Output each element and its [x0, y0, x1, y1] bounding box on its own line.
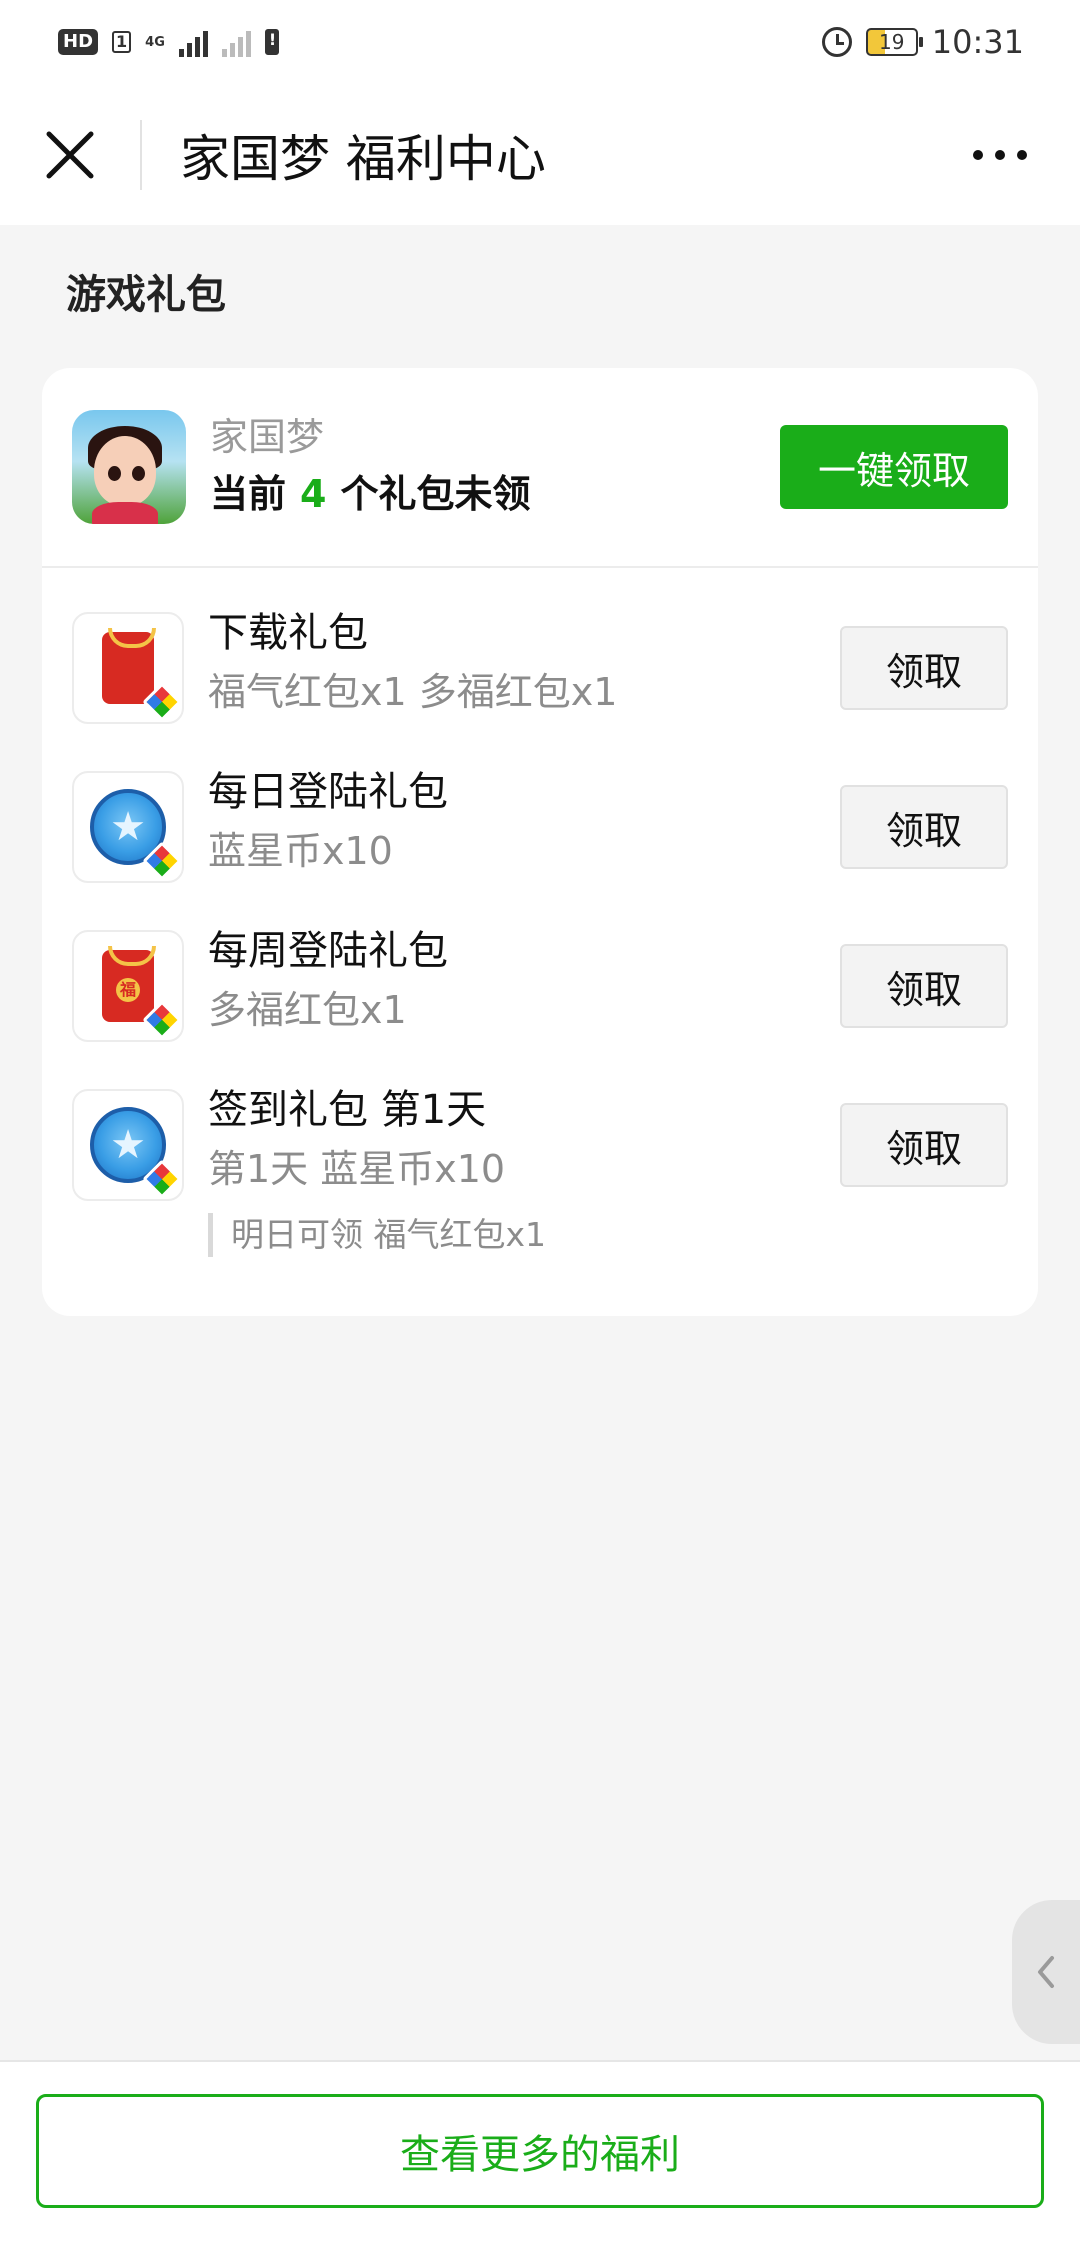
bottom-bar: 查看更多的福利	[0, 2060, 1080, 2244]
fortune-red-envelope-icon: 福	[72, 930, 184, 1042]
claim-all-button[interactable]: 一键领取	[780, 425, 1008, 509]
claim-button[interactable]: 领取	[840, 1103, 1008, 1187]
game-app-icon	[72, 410, 186, 524]
more-benefits-button[interactable]: 查看更多的福利	[36, 2094, 1044, 2208]
hd-badge: HD	[58, 29, 99, 55]
title-bar: 家国梦 福利中心	[0, 84, 1080, 225]
battery-icon: 19	[865, 28, 923, 56]
gift-count: 当前 4 个礼包未领	[210, 466, 780, 522]
game-name: 家国梦	[210, 415, 325, 459]
close-button[interactable]	[0, 84, 140, 225]
alert-icon	[264, 29, 279, 55]
sim-badge: 1	[112, 31, 132, 53]
blue-star-coin-icon: ★	[72, 1089, 184, 1201]
clock-time: 10:31	[931, 23, 1024, 61]
claim-button[interactable]: 领取	[840, 944, 1008, 1028]
gift-count-suffix: 个礼包未领	[340, 472, 531, 516]
status-right: 19 10:31	[821, 23, 1024, 61]
card-header-text: 家国梦 当前 4 个礼包未领	[210, 412, 780, 522]
claim-button[interactable]: 领取	[840, 785, 1008, 869]
card-header: 家国梦 当前 4 个礼包未领 一键领取	[42, 368, 1038, 568]
claim-button[interactable]: 领取	[840, 626, 1008, 710]
gift-note: 明日可领 福气红包x1	[208, 1213, 1038, 1257]
close-icon	[46, 131, 94, 178]
gift-item: ★ 每日登陆礼包 蓝星币x10 领取	[42, 769, 1038, 930]
gift-item: 福 每周登陆礼包 多福红包x1 领取	[42, 928, 1038, 1089]
page-title: 家国梦 福利中心	[180, 129, 546, 188]
title-divider	[140, 119, 142, 190]
blue-star-coin-icon: ★	[72, 771, 184, 883]
signal-2-icon	[221, 27, 251, 57]
alarm-icon	[821, 27, 852, 57]
more-options-button[interactable]	[940, 84, 1060, 225]
side-collapse-tab[interactable]	[1012, 1900, 1080, 2044]
status-left: HD 1 4G	[58, 27, 279, 57]
signal-icon	[178, 27, 208, 57]
gift-item: ★ 签到礼包 第1天 第1天 蓝星币x10 明日可领 福气红包x1 领取	[42, 1087, 1038, 1257]
red-envelope-icon	[72, 612, 184, 724]
network-label: 4G	[145, 34, 165, 50]
gift-list: 下载礼包 福气红包x1 多福红包x1 领取 ★ 每日登陆礼包 蓝星币x10 领取…	[42, 568, 1038, 1257]
network-type: 4G	[145, 36, 165, 49]
gift-card: 家国梦 当前 4 个礼包未领 一键领取 下载礼包 福气红包x1 多福红包x1 领取 …	[42, 368, 1038, 1316]
gift-count-value: 4	[300, 472, 327, 516]
section-title: 游戏礼包	[66, 272, 226, 318]
status-bar: HD 1 4G 19 10:31	[0, 0, 1080, 84]
gift-count-prefix: 当前	[210, 472, 287, 516]
more-dots-icon	[973, 149, 983, 160]
gift-item: 下载礼包 福气红包x1 多福红包x1 领取	[42, 610, 1038, 771]
chevron-left-icon	[1038, 1956, 1054, 1988]
